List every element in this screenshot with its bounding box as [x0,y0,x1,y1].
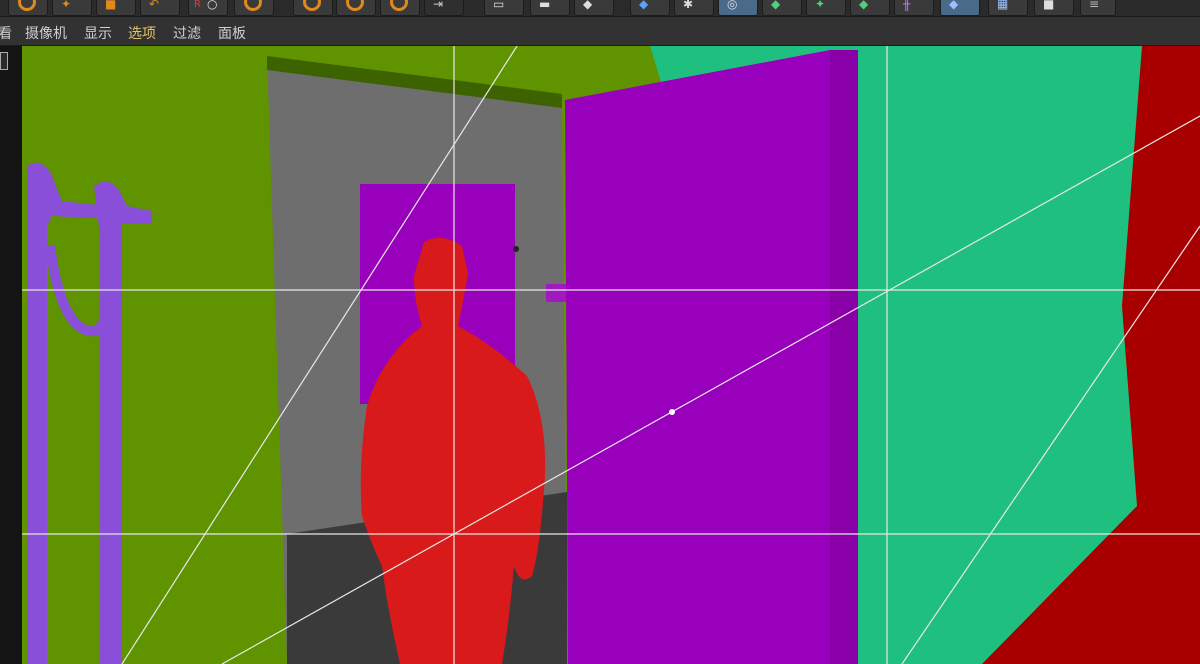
camera-ring-icon[interactable] [293,0,333,16]
viewport-menu-bar: 看 摄像机 显示 选项 过滤 面板 [0,17,1200,46]
door-knob-icon [513,246,519,252]
undo-icon[interactable]: ↶ [140,0,180,16]
cube-icon[interactable]: ◆ [630,0,670,16]
prop-rail-left [27,226,47,664]
camera-ring-icon[interactable] [380,0,420,16]
render-icon[interactable]: R ○ [188,0,228,16]
menu-display[interactable]: 显示 [84,23,112,43]
menu-icon[interactable]: ≡ [1080,0,1116,16]
select-icon[interactable]: ◎ [718,0,758,16]
front-door-edge [830,50,858,664]
cube-active-icon[interactable]: ◆ [940,0,980,16]
spline-icon[interactable]: ╫ [894,0,934,16]
view-icon[interactable]: ▬ [530,0,570,16]
3d-viewport[interactable] [22,46,1200,664]
scale-icon[interactable]: ■ [96,0,136,16]
menu-panel[interactable]: 面板 [218,23,246,43]
arrow-icon[interactable]: ⇥ [424,0,464,16]
guide-center-point [669,409,675,415]
green-cube-icon[interactable]: ◆ [762,0,802,16]
menu-view[interactable]: 看 [0,23,12,43]
menu-options[interactable]: 选项 [128,23,156,43]
menu-camera[interactable]: 摄像机 [25,23,67,43]
top-toolbar: ✦ ■ ↶ R ○ ⇥ ▭ ▬ ◆ ◆ ✱ ◎ ◆ ✦ ◆ ╫ ◆ ▦ ■ ≡ [0,0,1200,17]
scene-render [22,46,1200,664]
door-handle [546,284,566,302]
object-icon[interactable]: ◆ [574,0,614,16]
front-door [565,50,857,664]
move-icon[interactable]: ✦ [52,0,92,16]
gizmo-icon[interactable]: ✱ [674,0,714,16]
play-icon[interactable] [234,0,274,16]
viewport-tag-icon[interactable] [0,52,8,70]
left-panel-strip [0,46,22,664]
camera-icon[interactable]: ■ [1034,0,1074,16]
menu-filter[interactable]: 过滤 [173,23,201,43]
rotate-icon[interactable] [8,0,48,16]
sphere-icon[interactable]: ✦ [806,0,846,16]
grid-icon[interactable]: ▦ [988,0,1028,16]
spline-icon[interactable]: ◆ [850,0,890,16]
camera-ring-icon[interactable] [336,0,376,16]
frame-icon[interactable]: ▭ [484,0,524,16]
render-badge: R [194,0,201,10]
